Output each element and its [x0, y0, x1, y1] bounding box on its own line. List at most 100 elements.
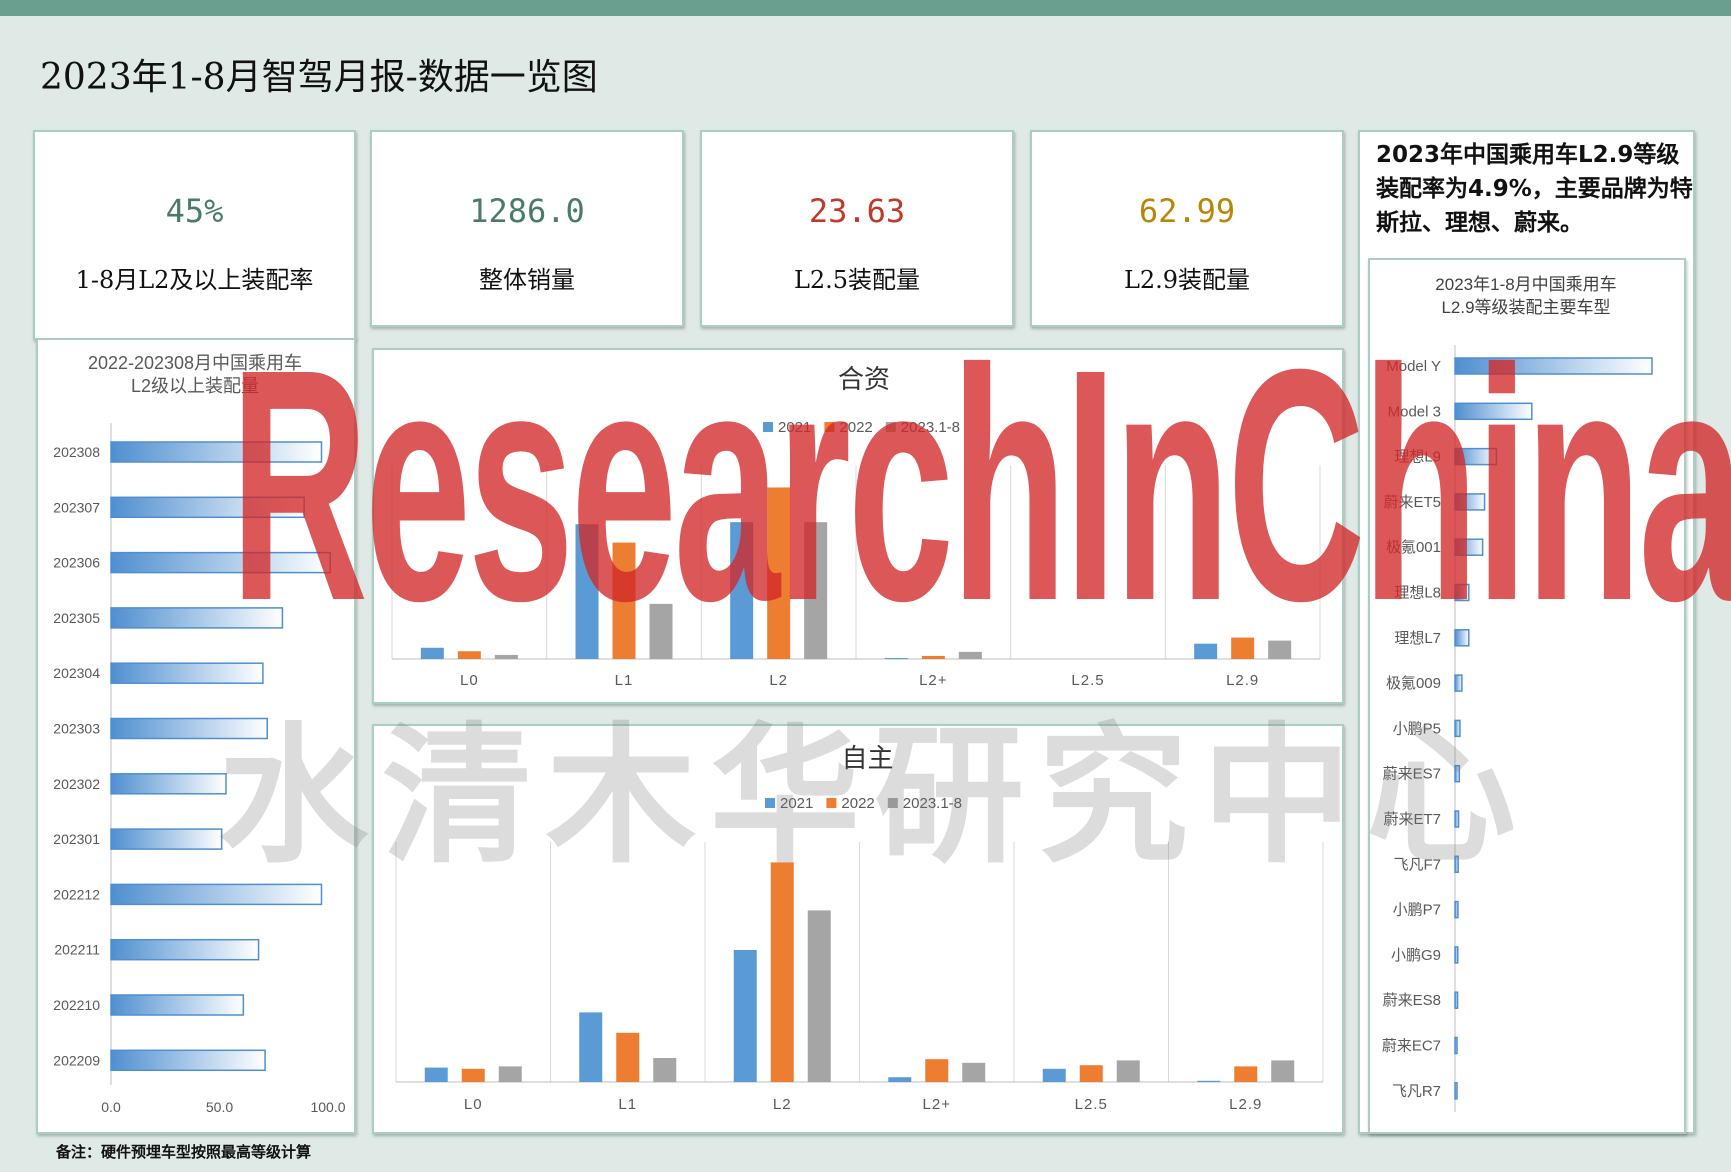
- x-tick-label: L2.9: [1229, 1096, 1262, 1113]
- x-tick-label: L0: [464, 1096, 483, 1113]
- column-bar: [653, 1058, 677, 1082]
- y-tick-label: 蔚来ES8: [1383, 992, 1441, 1009]
- column-bar: [962, 1062, 986, 1082]
- y-tick-label: Model 3: [1388, 403, 1441, 420]
- column-bar: [1194, 643, 1218, 659]
- y-tick-label: 理想L7: [1394, 630, 1441, 647]
- legend-swatch: [824, 422, 835, 432]
- y-tick-label: 202212: [53, 886, 100, 902]
- legend-swatch: [826, 798, 837, 808]
- column-bar: [494, 654, 518, 659]
- column-bar: [925, 1059, 949, 1082]
- model-bar: [1454, 764, 1461, 783]
- column-bar: [461, 1068, 485, 1082]
- models-chart: 2023年1-8月中国乘用车 L2.9等级装配主要车型 Model Y Model 3…: [1382, 275, 1653, 1112]
- model-bar: [1454, 583, 1470, 602]
- column-bar: [1042, 1068, 1066, 1082]
- legend-swatch: [885, 422, 896, 432]
- monthly-bar: [110, 717, 268, 740]
- monthly-bar: [110, 441, 323, 463]
- column-bar: [888, 1077, 912, 1082]
- charts-layer: 2022-202308月中国乘用车 L2级以上装配量 202308 202307 202…: [53, 275, 1653, 1115]
- column-bar: [579, 1012, 603, 1082]
- y-tick-label: 理想L8: [1394, 585, 1441, 602]
- chart-title-line: 2022-202308月中国乘用车: [88, 353, 302, 373]
- model-bar: [1454, 447, 1498, 466]
- legend-label: 2022: [841, 795, 874, 812]
- y-tick-label: 202308: [53, 444, 100, 460]
- y-tick-label: 202307: [53, 499, 100, 515]
- y-tick-label: 飞凡R7: [1392, 1083, 1441, 1100]
- column-bar: [958, 651, 982, 659]
- column-bar: [457, 651, 481, 659]
- column-bar: [807, 910, 831, 1082]
- x-tick-label: 0.0: [101, 1099, 121, 1115]
- y-tick-label: 蔚来ET7: [1383, 811, 1441, 828]
- column-bar: [424, 1067, 448, 1082]
- chart-title: 自主: [841, 743, 893, 773]
- monthly-bar: [110, 883, 323, 906]
- column-bar: [1079, 1065, 1103, 1082]
- chart-title-line: L2级以上装配量: [131, 376, 259, 396]
- model-bar: [1454, 855, 1459, 874]
- x-tick-label: L2+: [919, 672, 947, 689]
- monthly-bar: [110, 773, 227, 795]
- legend-label: 2021: [780, 795, 813, 812]
- column-bar: [1197, 1080, 1221, 1082]
- y-tick-label: 飞凡F7: [1393, 856, 1441, 873]
- monthly-bar: [110, 828, 223, 850]
- column-bar: [575, 524, 599, 659]
- y-tick-label: 202211: [54, 942, 100, 958]
- monthly-bar: [110, 1049, 266, 1072]
- chart-title-line: L2.9等级装配主要车型: [1441, 298, 1610, 317]
- model-bar: [1454, 719, 1461, 738]
- monthly-bar: [110, 496, 305, 519]
- monthly-bar: [110, 662, 264, 684]
- x-tick-label: L2.9: [1226, 672, 1259, 689]
- column-bar: [1116, 1060, 1140, 1082]
- column-bar: [767, 487, 791, 659]
- column-bar: [420, 647, 444, 659]
- y-tick-label: 小鹏P7: [1393, 902, 1441, 919]
- jv-chart: 合资 2021 2022 2023.1-8 L0 L1 L2 L2+ L2.5 L2.9: [391, 364, 1321, 689]
- x-tick-label: L2+: [923, 1096, 951, 1113]
- x-tick-label: L2.5: [1075, 1096, 1108, 1113]
- y-tick-label: 202302: [53, 776, 100, 792]
- monthly-chart: 2022-202308月中国乘用车 L2级以上装配量 202308 202307 202…: [53, 353, 345, 1115]
- legend-swatch: [763, 422, 773, 432]
- x-tick-label: L2: [769, 672, 788, 689]
- legend-swatch: [765, 798, 775, 808]
- x-tick-label: L2: [773, 1096, 792, 1113]
- model-bar: [1454, 810, 1460, 828]
- column-bar: [1231, 637, 1255, 659]
- y-tick-label: 小鹏G9: [1391, 947, 1441, 964]
- y-tick-label: 理想L9: [1394, 449, 1441, 466]
- chart-title: 合资: [838, 364, 890, 394]
- y-tick-label: 202306: [53, 555, 100, 571]
- column-bar: [616, 1032, 640, 1082]
- y-tick-label: 极氪001: [1386, 539, 1441, 556]
- monthly-bar: [110, 938, 260, 961]
- column-bar: [1271, 1060, 1295, 1082]
- model-bar: [1454, 538, 1484, 556]
- model-bar: [1454, 357, 1653, 375]
- x-tick-label: 50.0: [206, 1099, 233, 1115]
- x-tick-label: L1: [618, 1096, 637, 1113]
- x-tick-label: 100.0: [310, 1099, 345, 1115]
- y-tick-label: 202301: [53, 831, 100, 847]
- x-tick-label: L2.5: [1071, 672, 1104, 689]
- monthly-bar: [110, 551, 331, 574]
- column-bar: [498, 1066, 522, 1082]
- model-bar: [1454, 1082, 1458, 1100]
- domestic-chart: 自主 2021 2022 2023.1-8 L0 L1 L2 L2+ L2.5 L2.9: [395, 743, 1324, 1113]
- column-bar: [649, 603, 673, 659]
- x-tick-label: L1: [615, 672, 634, 689]
- model-bar: [1454, 629, 1470, 647]
- y-tick-label: Model Y: [1386, 358, 1441, 375]
- y-tick-label: 202304: [53, 665, 100, 681]
- model-bar: [1454, 991, 1459, 1009]
- column-bar: [770, 862, 794, 1082]
- y-tick-label: 蔚来EC7: [1382, 1038, 1441, 1055]
- column-bar: [884, 657, 908, 659]
- y-tick-label: 蔚来ET5: [1383, 494, 1441, 511]
